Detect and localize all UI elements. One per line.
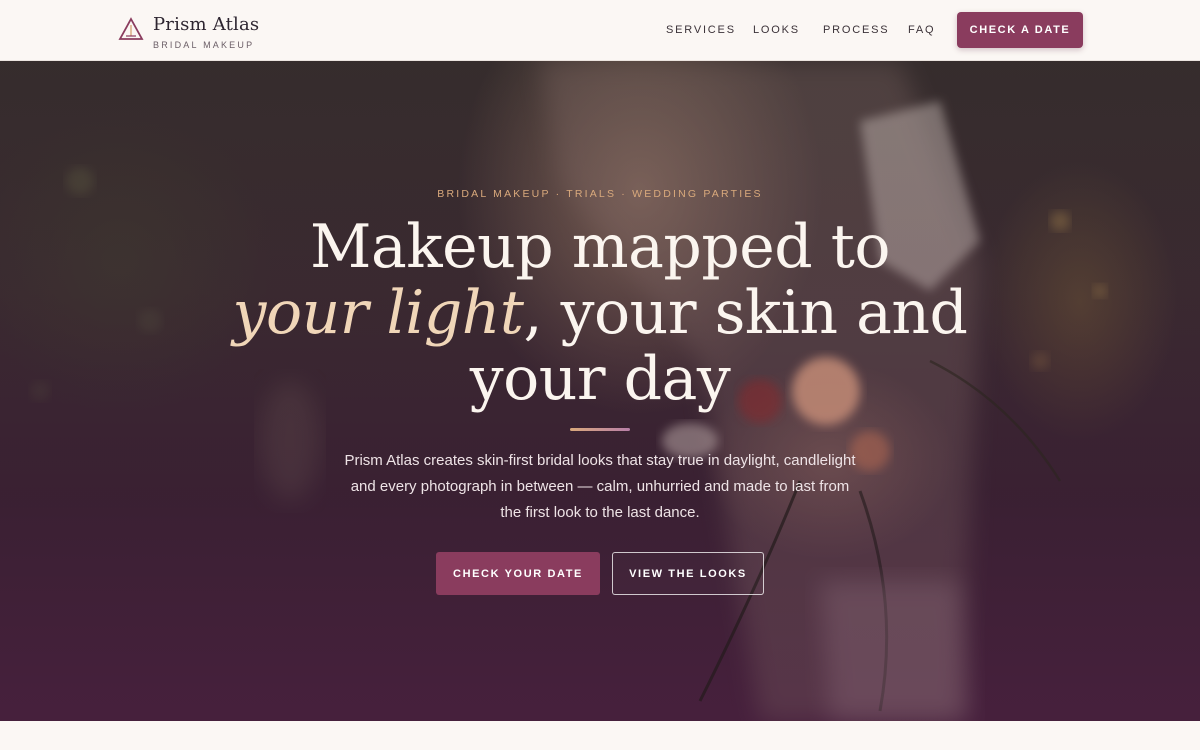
check-a-date-button[interactable]: CHECK A DATE <box>957 12 1083 48</box>
nav-link-services[interactable]: SERVICES <box>666 24 736 36</box>
brand-name: Prism Atlas <box>153 14 260 35</box>
headline-line-2-rest: , your skin and <box>523 278 968 348</box>
headline-accent: your light <box>232 278 524 348</box>
headline-divider <box>570 428 630 431</box>
top-navigation: Prism Atlas BRIDAL MAKEUP SERVICES LOOKS… <box>0 0 1200 61</box>
hero-section: BRIDAL MAKEUP · TRIALS · WEDDING PARTIES… <box>0 61 1200 721</box>
check-your-date-button[interactable]: CHECK YOUR DATE <box>436 552 600 595</box>
hero-eyebrow: BRIDAL MAKEUP · TRIALS · WEDDING PARTIES <box>437 188 763 200</box>
prism-logo-icon <box>118 17 144 40</box>
nav-link-faq[interactable]: FAQ <box>908 24 935 36</box>
hero-lead-text: Prism Atlas creates skin-first bridal lo… <box>344 452 856 521</box>
nav-link-looks[interactable]: LOOKS <box>753 24 800 36</box>
hero-headline: Makeup mapped to your light, your skin a… <box>0 214 1200 412</box>
headline-line-3: your day <box>469 344 731 414</box>
nav-link-process[interactable]: PROCESS <box>823 24 889 36</box>
headline-line-1: Makeup mapped to <box>310 212 890 282</box>
view-the-looks-button[interactable]: VIEW THE LOOKS <box>612 552 764 595</box>
brand-tagline: BRIDAL MAKEUP <box>153 40 255 50</box>
